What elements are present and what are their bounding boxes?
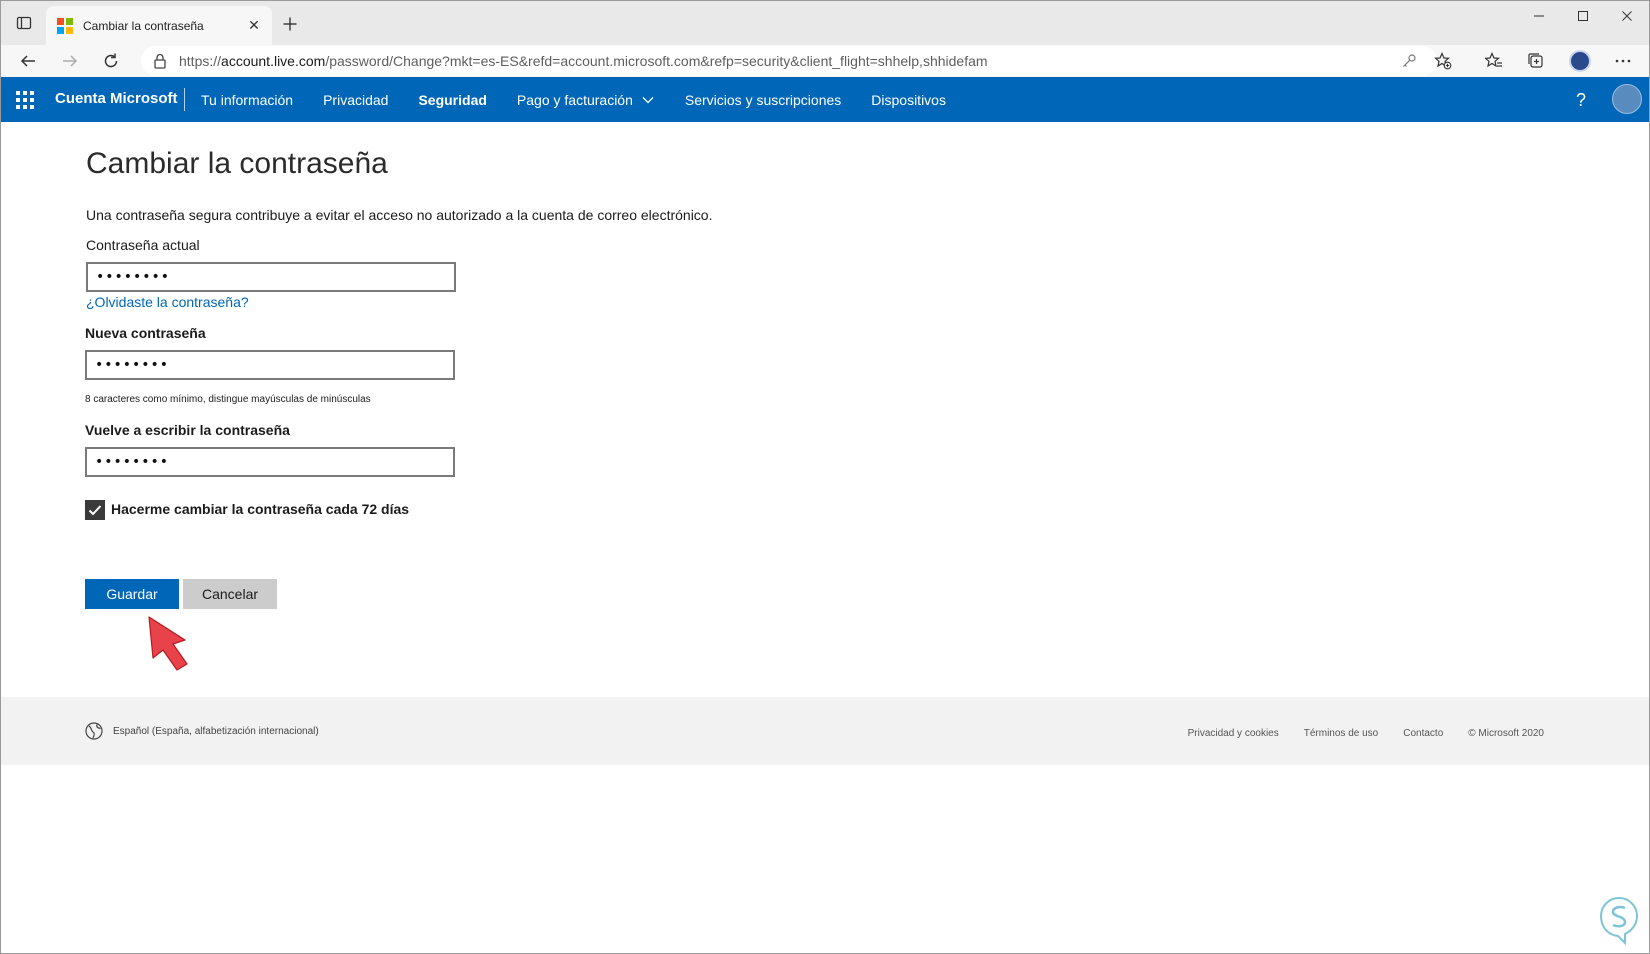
tab-title: Cambiar la contraseña <box>83 18 204 33</box>
nav-servicios-y-suscripciones[interactable]: Servicios y suscripciones <box>685 92 841 108</box>
close-tab-icon[interactable]: ✕ <box>244 16 264 36</box>
header-divider <box>184 88 185 111</box>
tab-actions-icon[interactable] <box>13 12 35 34</box>
intro-text: Una contraseña segura contribuye a evita… <box>86 207 713 223</box>
expire-password-label: Hacerme cambiar la contraseña cada 72 dí… <box>111 501 410 517</box>
url-prefix: https:// <box>179 53 222 69</box>
lock-icon[interactable] <box>153 53 167 69</box>
globe-icon <box>85 722 103 740</box>
current-password-label: Contraseña actual <box>86 237 200 253</box>
privacy-cookies-link[interactable]: Privacidad y cookies <box>1188 728 1279 739</box>
annotation-arrow-icon <box>148 616 188 671</box>
address-bar[interactable]: https://account.live.com/password/Change… <box>141 46 1452 76</box>
nav-pago-y-facturacion[interactable]: Pago y facturación <box>517 92 655 108</box>
terms-of-use-link[interactable]: Términos de uso <box>1304 728 1378 739</box>
tab-strip: Cambiar la contraseña ✕ <box>1 1 1649 45</box>
add-favorite-icon[interactable] <box>1434 52 1452 70</box>
new-password-label: Nueva contraseña <box>85 325 206 341</box>
header-nav: Tu información Privacidad Seguridad Pago… <box>201 77 976 122</box>
forward-arrow-icon[interactable] <box>57 48 83 74</box>
nav-pago-label: Pago y facturación <box>516 91 633 108</box>
brand-title[interactable]: Cuenta Microsoft <box>55 90 178 107</box>
watermark-logo-icon <box>1599 896 1639 946</box>
nav-seguridad[interactable]: Seguridad <box>418 92 486 108</box>
contact-link[interactable]: Contacto <box>1403 728 1443 739</box>
current-password-field[interactable] <box>86 262 456 292</box>
checkmark-icon <box>88 505 102 516</box>
nav-tu-informacion[interactable]: Tu información <box>201 92 293 108</box>
window-controls <box>1517 1 1649 31</box>
key-icon[interactable] <box>1400 52 1418 70</box>
confirm-password-field[interactable] <box>85 447 455 477</box>
url-text: https://account.live.com/password/Change… <box>179 53 988 69</box>
help-icon[interactable]: ? <box>1571 89 1591 111</box>
cancel-button[interactable]: Cancelar <box>183 579 277 609</box>
back-arrow-icon[interactable] <box>15 48 41 74</box>
collections-icon[interactable] <box>1523 48 1549 74</box>
profile-avatar[interactable] <box>1567 48 1593 74</box>
close-window-icon[interactable] <box>1605 1 1649 31</box>
password-hint: 8 caracteres como mínimo, distingue mayú… <box>85 394 371 405</box>
url-path: /password/Change?mkt=es-ES&refd=account.… <box>325 53 988 69</box>
language-selector[interactable]: Español (España, alfabetización internac… <box>85 722 319 740</box>
app-launcher-icon[interactable] <box>16 91 34 109</box>
nav-dispositivos[interactable]: Dispositivos <box>871 92 946 108</box>
tab-active[interactable]: Cambiar la contraseña ✕ <box>46 6 272 45</box>
save-button[interactable]: Guardar <box>85 579 179 609</box>
browser-toolbar: https://account.live.com/password/Change… <box>1 45 1649 77</box>
account-avatar[interactable] <box>1612 84 1642 114</box>
maximize-icon[interactable] <box>1561 1 1605 31</box>
microsoft-logo-icon <box>57 17 73 34</box>
minimize-icon[interactable] <box>1517 1 1561 31</box>
chevron-down-icon <box>642 96 654 103</box>
expire-password-checkbox[interactable] <box>85 500 105 520</box>
more-options-icon[interactable] <box>1610 48 1636 74</box>
footer-links: Privacidad y cookies Términos de uso Con… <box>1163 728 1544 739</box>
new-tab-icon[interactable] <box>279 13 301 35</box>
confirm-password-label: Vuelve a escribir la contraseña <box>85 422 290 438</box>
forgot-password-link[interactable]: ¿Olvidaste la contraseña? <box>86 294 249 310</box>
page-title: Cambiar la contraseña <box>86 147 388 180</box>
refresh-icon[interactable] <box>98 48 124 74</box>
copyright-text: © Microsoft 2020 <box>1468 728 1544 739</box>
account-header: Cuenta Microsoft Tu información Privacid… <box>1 77 1649 122</box>
nav-privacidad[interactable]: Privacidad <box>323 92 388 108</box>
language-label: Español (España, alfabetización internac… <box>113 725 319 737</box>
url-host: account.live.com <box>221 53 326 69</box>
page-footer: Español (España, alfabetización internac… <box>1 697 1649 765</box>
main-content: Cambiar la contraseña Una contraseña seg… <box>1 122 1649 697</box>
new-password-field[interactable] <box>85 350 455 380</box>
favorites-icon[interactable] <box>1481 48 1507 74</box>
browser-window: Cambiar la contraseña ✕ https://account.… <box>0 0 1650 954</box>
